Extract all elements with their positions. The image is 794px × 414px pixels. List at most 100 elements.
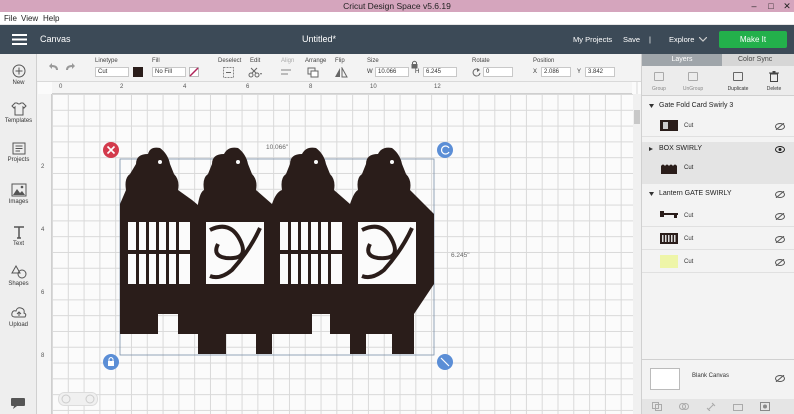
visibility-hidden-icon[interactable] [775,375,785,382]
ruler-mark: 12 [434,84,441,90]
panel-tabs: Layers Color Sync [642,54,794,66]
x-label: X [533,69,538,75]
sidebar-label-images: Images [8,199,29,205]
menu-view[interactable]: View [21,12,38,25]
save-button[interactable]: Save [623,25,640,54]
tab-layers[interactable]: Layers [642,54,722,66]
y-label: Y [577,69,582,75]
fill-color-none-icon[interactable] [189,67,199,77]
make-it-button[interactable]: Make It [719,31,787,48]
align-icon[interactable] [281,68,295,77]
group-button[interactable]: Group [644,86,674,92]
flip-label: Flip [335,58,345,64]
layer-group-2[interactable]: BOX SWIRLY Cut [642,142,794,184]
sidebar-item-new[interactable]: New [0,64,37,86]
duplicate-icon[interactable] [733,72,743,81]
arrange-icon[interactable] [307,67,321,78]
edit-label: Edit [250,58,261,64]
layer-row[interactable]: Cut [642,228,794,250]
linetype-color-swatch[interactable] [133,67,143,77]
blank-canvas-row[interactable]: Blank Canvas [642,359,794,399]
layer-group-name: BOX SWIRLY [659,145,703,152]
duplicate-button[interactable]: Duplicate [723,86,753,92]
sidebar-label-projects: Projects [7,157,30,163]
my-projects-link[interactable]: My Projects [573,25,612,54]
weld-icon[interactable] [679,402,689,411]
visibility-hidden-icon[interactable] [775,259,785,266]
linetype-label: Linetype [95,58,118,64]
delete-button[interactable]: Delete [759,86,789,92]
layer-label: Cut [684,236,694,242]
tab-color-sync[interactable]: Color Sync [738,54,772,66]
visibility-hidden-icon[interactable] [775,191,785,198]
blank-canvas-swatch[interactable] [650,368,680,390]
visibility-hidden-icon[interactable] [775,123,785,130]
flip-icon[interactable] [334,67,348,78]
sidebar-label-shapes: Shapes [8,281,29,287]
layer-row[interactable]: Cut [642,205,794,227]
minimize-button[interactable]: – [745,0,763,12]
caret-down-icon[interactable] [649,192,654,196]
sidebar-label-new: New [12,80,25,86]
layer-row[interactable]: Cut [642,251,794,273]
sidebar-item-shapes[interactable]: Shapes [0,265,37,287]
layer-group-name: Gate Fold Card Swirly 3 [659,102,734,109]
group-icon[interactable] [654,72,664,81]
zoom-control-icon[interactable] [58,392,98,406]
rotate-handle-icon[interactable] [437,142,453,158]
slice-icon[interactable] [652,402,662,411]
redo-icon[interactable] [65,63,75,71]
panel-bottom-toolbar [642,399,794,414]
y-position-input[interactable]: 3.842 [585,67,615,77]
layer-group-3[interactable]: Lantern GATE SWIRLY [642,187,794,201]
layer-group-1[interactable]: Gate Fold Card Swirly 3 [642,99,794,113]
explore-button[interactable]: Explore [669,25,694,54]
close-button[interactable]: ✕ [778,0,794,12]
sidebar-item-templates[interactable]: Templates [0,102,37,124]
menu-help[interactable]: Help [43,12,59,25]
window-title-bar: Cricut Design Space v5.6.19 – □ ✕ [0,0,794,12]
layer-group-name: Lantern GATE SWIRLY [659,190,732,197]
chat-icon[interactable] [10,397,26,410]
sidebar-item-upload[interactable]: Upload [0,306,37,328]
ungroup-button[interactable]: UnGroup [678,86,708,92]
visibility-hidden-icon[interactable] [775,213,785,220]
trash-icon[interactable] [769,71,779,82]
sidebar-label-templates: Templates [4,118,33,124]
scrollbar-thumb[interactable] [634,110,640,124]
layer-row[interactable]: Cut [642,115,794,137]
sidebar-label-upload: Upload [8,322,28,328]
left-sidebar: New Templates Projects Images Text Shape… [0,54,37,414]
menu-file[interactable]: File [4,12,17,25]
caret-down-icon[interactable] [649,104,654,108]
flatten-icon[interactable] [733,402,743,411]
height-input[interactable]: 6.245 [423,67,457,77]
hamburger-menu-icon[interactable] [12,34,27,45]
deselect-icon[interactable] [223,67,234,78]
lock-icon[interactable] [411,60,418,69]
selected-design[interactable] [100,140,470,372]
contour-icon[interactable] [760,402,770,411]
width-input[interactable]: 10.066 [375,67,409,77]
app-header: Canvas Untitled* My Projects Save | Expl… [0,25,794,54]
visibility-icon[interactable] [775,146,785,153]
fill-select[interactable]: No Fill [152,67,186,77]
visibility-hidden-icon[interactable] [775,236,785,243]
rotate-input[interactable]: 0 [483,67,513,77]
undo-icon[interactable] [49,63,59,71]
attach-icon[interactable] [706,402,716,411]
sidebar-item-text[interactable]: Text [0,225,37,247]
edit-scissors-icon[interactable] [248,67,262,78]
ungroup-icon[interactable] [688,72,698,81]
canvas-vertical-scrollbar[interactable] [633,94,641,414]
document-title[interactable]: Untitled* [302,25,336,54]
layer-label: Cut [684,213,694,219]
x-position-input[interactable]: 2.086 [541,67,571,77]
sidebar-item-images[interactable]: Images [0,183,37,205]
text-icon [13,226,24,239]
caret-right-icon[interactable] [649,147,654,151]
align-label: Align [281,58,295,64]
sidebar-item-projects[interactable]: Projects [0,141,37,163]
section-title: Canvas [40,34,71,44]
linetype-select[interactable]: Cut [95,67,129,77]
